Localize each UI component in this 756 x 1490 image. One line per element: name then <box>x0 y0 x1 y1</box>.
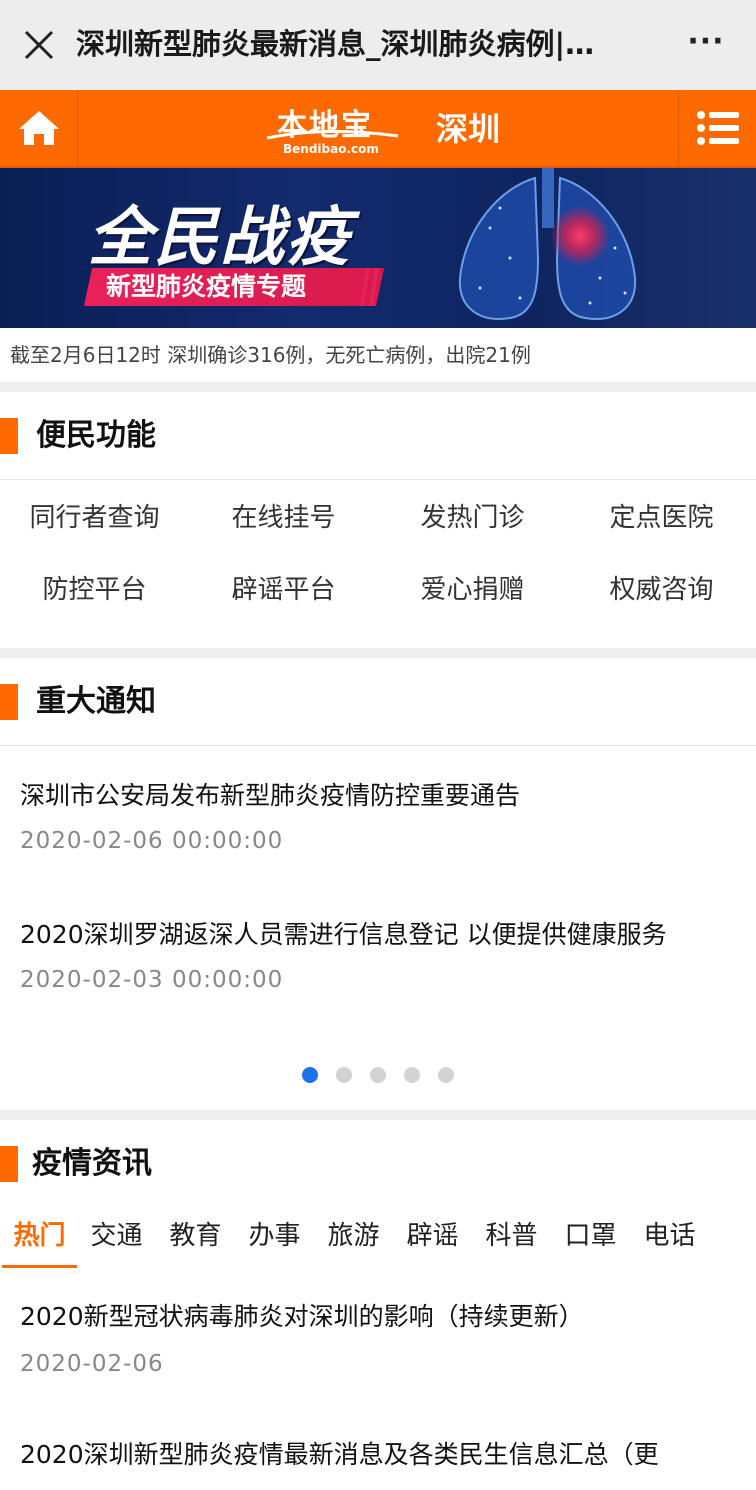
tab-travel[interactable]: 旅游 <box>314 1208 393 1268</box>
close-icon[interactable] <box>18 24 60 66</box>
tab-rumor[interactable]: 辟谣 <box>393 1208 472 1268</box>
notice-item[interactable]: 2020深圳罗湖返深人员需进行信息登记 以便提供健康服务 2020-02-03 … <box>0 917 667 997</box>
tab-traffic[interactable]: 交通 <box>77 1208 156 1268</box>
news-title: 2020深圳新型肺炎疫情最新消息及各类民生信息汇总（更 <box>20 1440 659 1469</box>
tab-hot[interactable]: 热门 <box>2 1208 77 1268</box>
news-item[interactable]: 2020新型冠状病毒肺炎对深圳的影响（持续更新） 2020-02-06 <box>0 1299 756 1381</box>
section-accent-bar <box>0 1146 18 1182</box>
logo-domain: Bendibao.com <box>283 142 379 156</box>
news-title: 2020新型冠状病毒肺炎对深圳的影响（持续更新） <box>20 1302 584 1331</box>
section-header: 疫情资讯 <box>0 1120 756 1208</box>
notice-title: 2020深圳罗湖返深人员需进行信息登记 以便提供健康服务 <box>20 920 667 949</box>
service-link[interactable]: 爱心捐赠 <box>378 554 567 626</box>
section-accent-bar <box>0 684 18 720</box>
news-date: 2020-02-06 <box>20 1351 164 1377</box>
notice-date: 2020-02-03 00:00:00 <box>20 967 284 993</box>
news-item[interactable]: 2020深圳新型肺炎疫情最新消息及各类民生信息汇总（更 <box>0 1437 756 1473</box>
news-tabs: 热门 交通 教育 办事 旅游 辟谣 科普 口罩 电话 <box>0 1208 756 1268</box>
wechat-title-bar: 深圳新型肺炎最新消息_深圳肺炎病例|… ··· <box>0 0 756 90</box>
site-header: 本地宝 Bendibao.com 深圳 <box>0 90 756 168</box>
carousel-dot[interactable] <box>336 1067 352 1083</box>
tab-phone[interactable]: 电话 <box>630 1208 709 1268</box>
banner-headline: 全民战疫 <box>88 201 352 275</box>
banner-subtitle-tag: 新型肺炎疫情专题 <box>83 268 385 306</box>
epidemic-stats: 截至2月6日12时 深圳确诊316例，无死亡病例，出院21例 <box>0 328 756 382</box>
more-options-button[interactable]: ··· <box>684 22 728 66</box>
section-title: 疫情资讯 <box>32 1146 152 1181</box>
city-name: 深圳 <box>436 110 501 148</box>
section-header: 重大通知 <box>0 658 756 746</box>
notice-title: 深圳市公安局发布新型肺炎疫情防控重要通告 <box>20 781 521 810</box>
banner-stripes <box>360 268 379 306</box>
tab-science[interactable]: 科普 <box>472 1208 551 1268</box>
logo-swoosh <box>266 129 399 140</box>
home-button[interactable] <box>0 90 78 166</box>
services-section: 便民功能 同行者查询 在线挂号 发热门诊 定点医院 防控平台 辟谣平台 爱心捐赠… <box>0 392 756 648</box>
page-title: 深圳新型肺炎最新消息_深圳肺炎病例|… <box>76 27 595 61</box>
tab-affairs[interactable]: 办事 <box>235 1208 314 1268</box>
tab-masks[interactable]: 口罩 <box>551 1208 630 1268</box>
lungs-illustration <box>458 168 637 320</box>
section-header: 便民功能 <box>0 392 756 480</box>
service-link[interactable]: 定点医院 <box>567 482 756 554</box>
carousel-indicator <box>0 1067 756 1083</box>
carousel-dot[interactable] <box>438 1067 454 1083</box>
service-link[interactable]: 在线挂号 <box>189 482 378 554</box>
menu-list-icon <box>696 111 739 145</box>
banner-subtitle: 新型肺炎疫情专题 <box>106 272 307 301</box>
bendibao-logo[interactable]: 本地宝 Bendibao.com <box>265 100 400 158</box>
carousel-dot[interactable] <box>404 1067 420 1083</box>
epidemic-banner[interactable]: 全民战疫 新型肺炎疫情专题 <box>0 168 756 328</box>
services-grid: 同行者查询 在线挂号 发热门诊 定点医院 防控平台 辟谣平台 爱心捐赠 权威咨询 <box>0 480 756 626</box>
service-link[interactable]: 权威咨询 <box>567 554 756 626</box>
service-link[interactable]: 发热门诊 <box>378 482 567 554</box>
service-link[interactable]: 同行者查询 <box>0 482 189 554</box>
carousel-dot[interactable] <box>302 1067 318 1083</box>
home-icon <box>18 111 59 145</box>
tab-education[interactable]: 教育 <box>156 1208 235 1268</box>
menu-button[interactable] <box>678 90 756 166</box>
section-title: 重大通知 <box>36 684 156 719</box>
notices-section: 重大通知 深圳市公安局发布新型肺炎疫情防控重要通告 2020-02-06 00:… <box>0 658 756 1110</box>
notice-item[interactable]: 深圳市公安局发布新型肺炎疫情防控重要通告 2020-02-06 00:00:00 <box>0 778 520 858</box>
notice-date: 2020-02-06 00:00:00 <box>20 828 284 854</box>
service-link[interactable]: 辟谣平台 <box>189 554 378 626</box>
section-accent-bar <box>0 418 18 454</box>
carousel-dot[interactable] <box>370 1067 386 1083</box>
section-title: 便民功能 <box>36 418 156 453</box>
service-link[interactable]: 防控平台 <box>0 554 189 626</box>
news-section: 疫情资讯 热门 交通 教育 办事 旅游 辟谣 科普 口罩 电话 2020新型冠状… <box>0 1120 756 1490</box>
